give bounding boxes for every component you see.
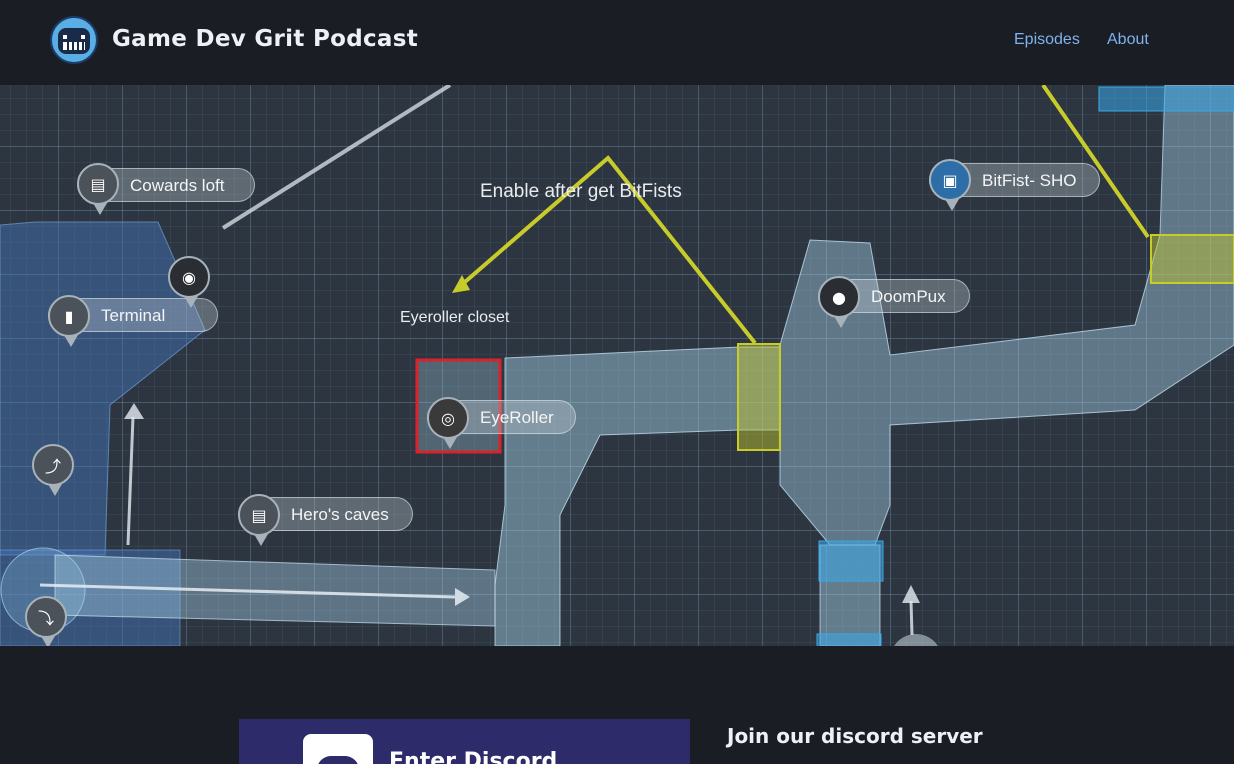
climb-down-marker-icon: ⤵ [25, 596, 67, 646]
nav-episodes-link[interactable]: Episodes [1014, 31, 1080, 49]
bitfist-marker-icon: ▣ [929, 159, 971, 211]
robot-face-logo-icon[interactable] [50, 16, 98, 64]
discord-banner-image[interactable]: Enter Discord [239, 719, 690, 764]
site-title[interactable]: Game Dev Grit Podcast [112, 26, 418, 52]
bitfist-text: BitFist- SHO [982, 171, 1077, 190]
cowards-loft-marker-icon: ▤ [77, 163, 119, 215]
terminal-marker-icon: ▮ [48, 295, 90, 347]
eyeroller-text: EyeRoller [480, 408, 554, 427]
doompux-text: DoomPux [871, 287, 946, 306]
terminal-text: Terminal [101, 306, 166, 325]
hero-level-map-image: Cowards loft ▤ Terminal ▮ ◉ EyeRoller ◎ … [0, 85, 1234, 646]
discord-banner-text: Enter Discord [389, 749, 558, 764]
annotation-eyeroller-closet: Eyeroller closet [400, 309, 510, 326]
heros-caves-text: Hero's caves [291, 505, 389, 524]
nav-about-link[interactable]: About [1107, 31, 1149, 49]
discord-heading: Join our discord server [727, 724, 983, 748]
annotation-enable-after: Enable after get BitFists [480, 181, 682, 202]
site-header: Game Dev Grit Podcast Episodes About [0, 0, 1234, 85]
eye-marker-icon: ◉ [168, 256, 210, 308]
eyeroller-marker-icon: ◎ [427, 397, 469, 449]
discord-logo-icon [303, 734, 373, 764]
cowards-loft-text: Cowards loft [130, 176, 225, 195]
climb-up-marker-icon: ⤴ [32, 444, 74, 496]
heros-caves-marker-icon: ▤ [238, 494, 280, 546]
doompux-marker-icon: ● [818, 276, 860, 328]
